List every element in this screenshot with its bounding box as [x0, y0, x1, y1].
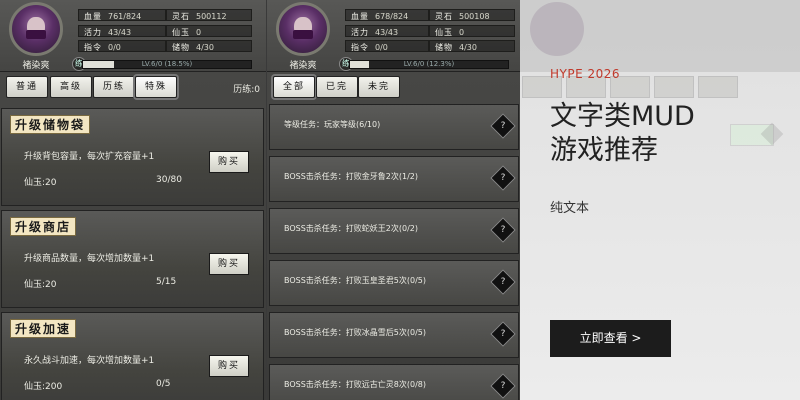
quest-row[interactable]: 等级任务：玩家等级(6/10) ?	[269, 104, 519, 150]
player-avatar[interactable]	[276, 2, 330, 56]
item-count: 5/15	[156, 277, 177, 287]
help-icon[interactable]: ?	[490, 321, 516, 347]
brand-label: HYPE 2026	[550, 67, 621, 81]
tab-training[interactable]: 历练	[93, 76, 135, 98]
stat-storage: 储物 4/30	[435, 43, 477, 52]
quest-tabs: 全部 已完 未完	[267, 76, 520, 104]
item-title: 升级商店	[10, 217, 77, 236]
stat-command: 指令 0/0	[84, 43, 121, 52]
stat-command: 指令 0/0	[351, 43, 388, 52]
quest-text: 等级任务：玩家等级(6/10)	[284, 120, 381, 129]
quest-text: BOSS击杀任务：打败冰晶雪后5次(0/5)	[284, 328, 427, 337]
stat-vitality: 活力 43/43	[351, 28, 399, 37]
promo-panel: HYPE 2026 文字类MUD游戏推荐 纯文本 立即查看 >	[520, 0, 800, 400]
stat-spirit-stone: 灵石 500108	[435, 12, 490, 21]
item-desc: 升级商品数量，每次增加数量+1	[24, 254, 155, 264]
promo-headline: 文字类MUD游戏推荐	[550, 101, 695, 166]
tab-incomplete[interactable]: 未完	[358, 76, 400, 98]
shop-item: 升级加速 永久战斗加速，每次增加数量+1 仙玉:200 0/5 购买	[1, 312, 264, 400]
buy-button[interactable]: 购买	[209, 253, 249, 275]
level-bar: LV.6/0 (12.3%)	[349, 60, 509, 69]
tab-normal[interactable]: 普通	[6, 76, 48, 98]
player-avatar[interactable]	[9, 2, 63, 56]
player-name: 褚染爽	[22, 61, 50, 71]
item-desc: 永久战斗加速，每次增加数量+1	[24, 356, 155, 366]
tab-special[interactable]: 特殊	[135, 76, 177, 98]
stat-storage: 储物 4/30	[172, 43, 214, 52]
help-icon[interactable]: ?	[490, 217, 516, 243]
help-icon[interactable]: ?	[490, 269, 516, 295]
help-icon[interactable]: ?	[490, 113, 516, 139]
quest-panel: 褚染爽 血量 678/824 活力 43/43 指令 0/0 灵石 500108 仙玉 0…	[267, 0, 520, 400]
promo-subtitle: 纯文本	[550, 201, 590, 216]
view-now-button[interactable]: 立即查看 >	[550, 320, 671, 357]
level-text: LV.6/0 (12.3%)	[403, 60, 455, 68]
item-title: 升级加速	[10, 319, 77, 338]
quest-text: BOSS击杀任务：打败金牙鲁2次(1/2)	[284, 172, 419, 181]
help-icon[interactable]: ?	[490, 165, 516, 191]
buy-button[interactable]: 购买	[209, 151, 249, 173]
experience-label: 历练:0	[233, 85, 260, 95]
stat-jade: 仙玉 0	[172, 28, 202, 37]
buy-button[interactable]: 购买	[209, 355, 249, 377]
shop-tabs: 普通 高级 历练 特殊	[0, 76, 266, 104]
player-header: 褚染爽 血量 761/824 活力 43/43 指令 0/0 灵石 500112 仙玉 0…	[0, 0, 266, 72]
quest-text: BOSS击杀任务：打败远古亡灵8次(0/8)	[284, 380, 427, 389]
tab-advanced[interactable]: 高级	[50, 76, 92, 98]
stat-hp: 血量 678/824	[351, 12, 409, 21]
tab-all[interactable]: 全部	[273, 76, 315, 98]
player-name: 褚染爽	[289, 61, 317, 71]
quest-text: BOSS击杀任务：打败蛇妖王2次(0/2)	[284, 224, 419, 233]
quest-text: BOSS击杀任务：打败玉皇圣君5次(0/5)	[284, 276, 427, 285]
item-price: 仙玉:20	[24, 280, 57, 290]
help-icon[interactable]: ?	[490, 373, 516, 399]
shop-item: 升级储物袋 升级背包容量，每次扩充容量+1 仙玉:20 30/80 购买	[1, 108, 264, 206]
item-count: 0/5	[156, 379, 171, 389]
item-count: 30/80	[156, 175, 182, 185]
tab-completed[interactable]: 已完	[316, 76, 358, 98]
item-title: 升级储物袋	[10, 115, 91, 134]
shop-panel: 褚染爽 血量 761/824 活力 43/43 指令 0/0 灵石 500112 仙玉 0…	[0, 0, 266, 400]
player-header: 褚染爽 血量 678/824 活力 43/43 指令 0/0 灵石 500108 仙玉 0…	[267, 0, 520, 72]
item-price: 仙玉:200	[24, 382, 63, 392]
level-text: LV.6/0 (18.5%)	[141, 60, 193, 68]
stat-hp: 血量 761/824	[84, 12, 142, 21]
level-bar: LV.6/0 (18.5%)	[82, 60, 252, 69]
item-price: 仙玉:20	[24, 178, 57, 188]
quest-row[interactable]: BOSS击杀任务：打败远古亡灵8次(0/8) ?	[269, 364, 519, 400]
quest-row[interactable]: BOSS击杀任务：打败蛇妖王2次(0/2) ?	[269, 208, 519, 254]
stat-jade: 仙玉 0	[435, 28, 465, 37]
quest-row[interactable]: BOSS击杀任务：打败玉皇圣君5次(0/5) ?	[269, 260, 519, 306]
item-desc: 升级背包容量，每次扩充容量+1	[24, 152, 155, 162]
shop-item: 升级商店 升级商品数量，每次增加数量+1 仙玉:20 5/15 购买	[1, 210, 264, 308]
quest-row[interactable]: BOSS击杀任务：打败金牙鲁2次(1/2) ?	[269, 156, 519, 202]
stat-spirit-stone: 灵石 500112	[172, 12, 227, 21]
stat-vitality: 活力 43/43	[84, 28, 132, 37]
quest-row[interactable]: BOSS击杀任务：打败冰晶雪后5次(0/5) ?	[269, 312, 519, 358]
